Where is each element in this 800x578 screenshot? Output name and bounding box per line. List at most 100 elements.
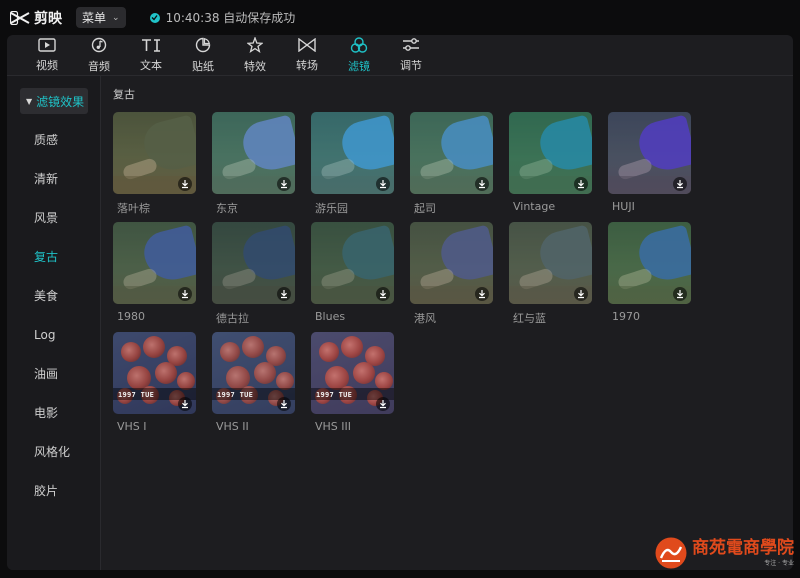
capcut-logo-icon: [10, 10, 30, 25]
filter-thumbnail[interactable]: [608, 222, 691, 304]
tab-sticker[interactable]: 贴纸: [177, 35, 229, 75]
filter-thumbnail[interactable]: [608, 112, 691, 194]
sidebar-item[interactable]: 复古: [7, 237, 100, 276]
filter-thumbnail[interactable]: [212, 222, 295, 304]
sticker-icon: [195, 37, 211, 58]
sidebar-list: 质感 清新 风景 复古 美食 Log 油画 电影 风格化 胶片: [7, 120, 100, 510]
download-icon[interactable]: [673, 176, 687, 191]
app-name: 剪映: [34, 10, 62, 27]
filter-thumbnail[interactable]: 1997 TUE: [113, 332, 196, 414]
download-icon[interactable]: [277, 176, 291, 191]
filter-thumbnail[interactable]: [410, 222, 493, 304]
filter-label: 东京: [216, 202, 238, 215]
tab-video[interactable]: 视频: [21, 35, 73, 75]
tab-label: 音频: [88, 59, 110, 73]
filter-thumbnail[interactable]: [113, 222, 196, 304]
toolbar: 视频 音频 文本 贴纸 特效 转场 滤镜 调节: [7, 35, 793, 76]
filter-thumbnail[interactable]: [212, 112, 295, 194]
filter-card[interactable]: 落叶棕: [113, 112, 196, 222]
filter-thumbnail[interactable]: 1997 TUE: [212, 332, 295, 414]
filter-card[interactable]: 1980: [113, 222, 196, 332]
download-icon[interactable]: [475, 176, 489, 191]
download-icon[interactable]: [277, 286, 291, 301]
tab-filter[interactable]: 滤镜: [333, 35, 385, 75]
filter-label: 红与蓝: [513, 312, 546, 325]
sidebar-item[interactable]: 清新: [7, 159, 100, 198]
filter-icon: [350, 36, 368, 58]
tab-audio[interactable]: 音频: [73, 35, 125, 75]
download-icon[interactable]: [673, 286, 687, 301]
download-icon[interactable]: [574, 176, 588, 191]
adjust-icon: [402, 37, 420, 57]
filter-label: HUJI: [612, 200, 635, 213]
filter-label: 德古拉: [216, 312, 249, 325]
filter-thumbnail[interactable]: [311, 222, 394, 304]
filter-card[interactable]: 起司: [410, 112, 493, 222]
filter-thumbnail[interactable]: 1997 TUE: [311, 332, 394, 414]
tab-transition[interactable]: 转场: [281, 35, 333, 75]
sidebar-item[interactable]: Log: [7, 315, 100, 354]
video-icon: [38, 37, 56, 57]
filter-card[interactable]: 港风: [410, 222, 493, 332]
tab-label: 贴纸: [192, 59, 214, 73]
tab-adjust[interactable]: 调节: [385, 35, 437, 75]
download-icon[interactable]: [277, 396, 291, 411]
filter-label: 游乐园: [315, 202, 348, 215]
filter-label: 落叶棕: [117, 202, 150, 215]
sidebar-item[interactable]: 电影: [7, 393, 100, 432]
tab-label: 特效: [244, 59, 266, 73]
menu-button[interactable]: 菜单 ⌄: [76, 7, 126, 28]
filter-card[interactable]: 德古拉: [212, 222, 295, 332]
sidebar-item[interactable]: 油画: [7, 354, 100, 393]
download-icon[interactable]: [376, 176, 390, 191]
filter-label: VHS III: [315, 420, 352, 433]
sidebar-item[interactable]: 风格化: [7, 432, 100, 471]
filter-label: VHS II: [216, 420, 249, 433]
autosave-text: 10:40:38 自动保存成功: [165, 11, 296, 25]
media-panel: 视频 音频 文本 贴纸 特效 转场滤镜 调节 ▼ 滤镜效果 质感 清新 风景 复古 美食 Log 油画电…: [7, 35, 793, 570]
tab-effects[interactable]: 特效: [229, 35, 281, 75]
filter-thumbnail[interactable]: [509, 112, 592, 194]
download-icon[interactable]: [178, 176, 192, 191]
filter-card[interactable]: 游乐园: [311, 112, 394, 222]
watermark-logo-icon: [655, 537, 687, 569]
tab-text[interactable]: 文本: [125, 35, 177, 75]
filter-card[interactable]: 1970: [608, 222, 691, 332]
filter-card[interactable]: 1997 TUE VHS I: [113, 332, 196, 442]
sidebar-item[interactable]: 美食: [7, 276, 100, 315]
sidebar-item[interactable]: 质感: [7, 120, 100, 159]
vhs-date-stamp: 1997 TUE: [118, 391, 155, 399]
download-icon[interactable]: [574, 286, 588, 301]
filter-card[interactable]: 红与蓝: [509, 222, 592, 332]
sidebar-item[interactable]: 风景: [7, 198, 100, 237]
download-icon[interactable]: [376, 396, 390, 411]
tab-label: 滤镜: [348, 59, 370, 73]
filter-card[interactable]: HUJI: [608, 112, 691, 222]
filter-card[interactable]: Vintage: [509, 112, 592, 222]
filter-card[interactable]: 1997 TUE VHS II: [212, 332, 295, 442]
sidebar-header-label: 滤镜效果: [36, 94, 85, 109]
filter-label: Blues: [315, 310, 346, 323]
download-icon[interactable]: [376, 286, 390, 301]
vhs-date-stamp: 1997 TUE: [217, 391, 254, 399]
filter-thumbnail[interactable]: [410, 112, 493, 194]
filter-card[interactable]: 东京: [212, 112, 295, 222]
tab-label: 文本: [140, 58, 162, 72]
download-icon[interactable]: [178, 286, 192, 301]
vhs-date-stamp: 1997 TUE: [316, 391, 353, 399]
filter-grid: 落叶棕 东京 游乐园 起司 Vintage HUJI 1980 德古拉 Blues 港风 红与蓝 19…: [113, 112, 793, 442]
tab-label: 视频: [36, 58, 58, 72]
filter-thumbnail[interactable]: [509, 222, 592, 304]
sidebar-header-filter-effects[interactable]: ▼ 滤镜效果: [20, 88, 88, 114]
filter-card[interactable]: Blues: [311, 222, 394, 332]
filter-thumbnail[interactable]: [113, 112, 196, 194]
filter-label: 起司: [414, 202, 436, 215]
triangle-down-icon: ▼: [26, 96, 33, 106]
filter-thumbnail[interactable]: [311, 112, 394, 194]
sidebar-item[interactable]: 胶片: [7, 471, 100, 510]
download-icon[interactable]: [178, 396, 192, 411]
download-icon[interactable]: [475, 286, 489, 301]
audio-icon: [91, 37, 107, 58]
filter-card[interactable]: 1997 TUE VHS III: [311, 332, 394, 442]
filter-label: Vintage: [513, 200, 556, 213]
